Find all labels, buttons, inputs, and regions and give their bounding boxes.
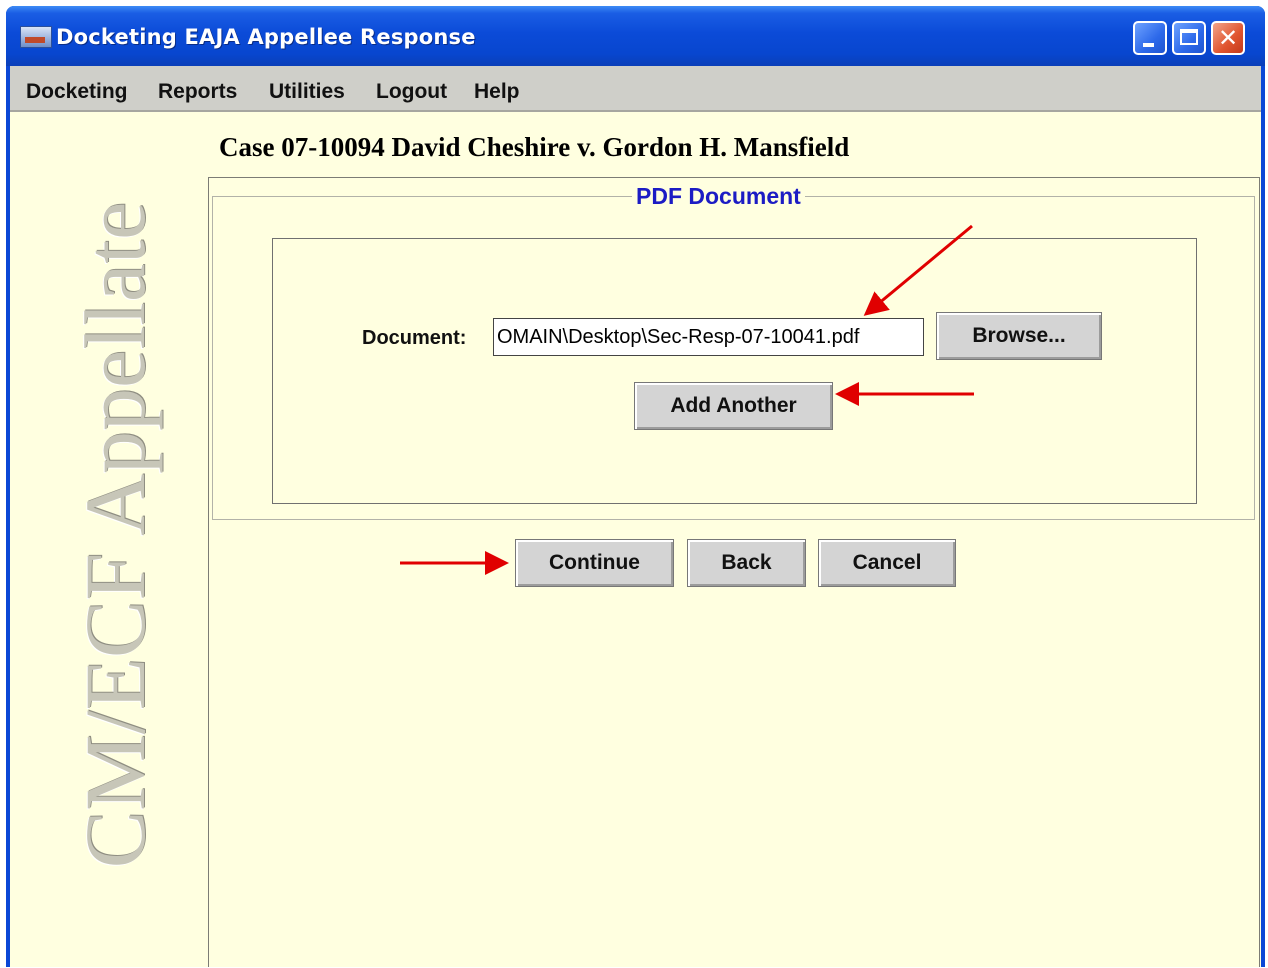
title-bar[interactable]: Docketing EAJA Appellee Response ✕ [6, 6, 1265, 66]
menu-bar: Docketing Reports Utilities Logout Help [10, 66, 1261, 112]
document-entry-panel [272, 238, 1197, 504]
continue-button[interactable]: Continue [515, 539, 674, 587]
client-area: Docketing Reports Utilities Logout Help … [10, 66, 1261, 967]
app-window: Docketing EAJA Appellee Response ✕ Docke… [6, 6, 1265, 967]
add-another-button[interactable]: Add Another [634, 382, 833, 430]
back-button[interactable]: Back [687, 539, 806, 587]
document-label: Document: [362, 327, 467, 349]
cmecf-appellate-logo: CM/ECF Appellate [67, 201, 163, 869]
menu-logout[interactable]: Logout [376, 80, 447, 104]
minimize-button[interactable] [1133, 21, 1167, 55]
menu-docketing[interactable]: Docketing [26, 80, 128, 104]
close-button[interactable]: ✕ [1211, 21, 1245, 55]
window-title: Docketing EAJA Appellee Response [56, 25, 476, 49]
browse-button[interactable]: Browse... [936, 312, 1102, 360]
case-title: Case 07-10094 David Cheshire v. Gordon H… [219, 132, 850, 162]
menu-help[interactable]: Help [474, 80, 520, 104]
minimize-icon [1143, 43, 1154, 47]
app-icon [20, 26, 52, 48]
cancel-button[interactable]: Cancel [818, 539, 956, 587]
pdf-document-legend: PDF Document [632, 183, 805, 210]
maximize-icon [1180, 29, 1198, 45]
menu-utilities[interactable]: Utilities [269, 80, 345, 104]
maximize-button[interactable] [1172, 21, 1206, 55]
document-field[interactable] [493, 318, 924, 356]
menu-reports[interactable]: Reports [158, 80, 237, 104]
close-icon: ✕ [1217, 24, 1239, 52]
